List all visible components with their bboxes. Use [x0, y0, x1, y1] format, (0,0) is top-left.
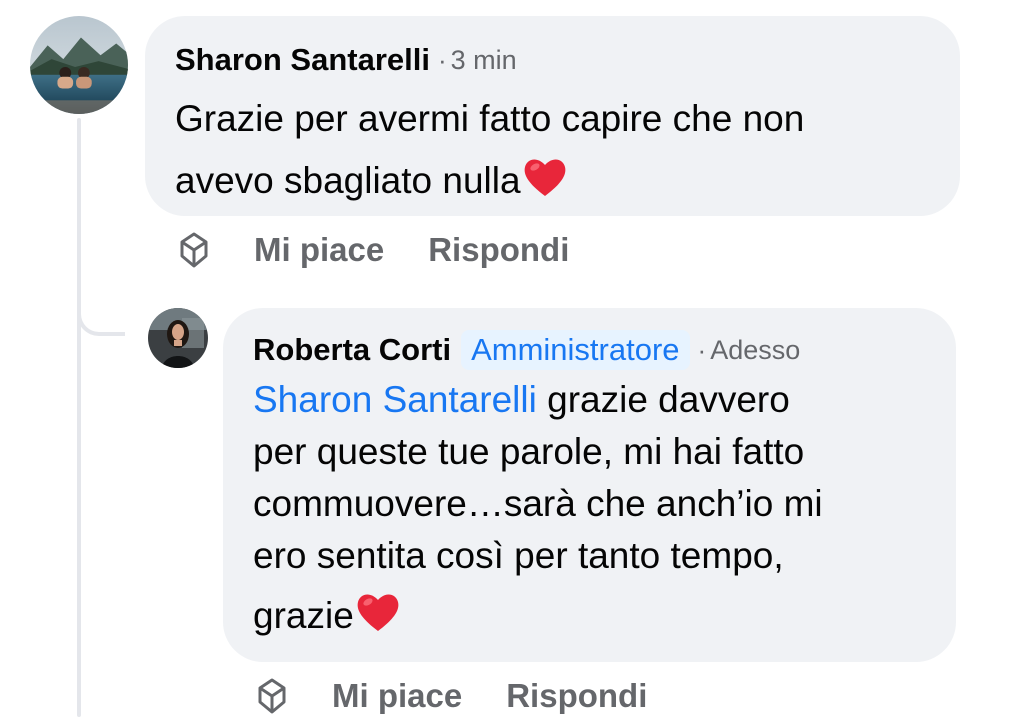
reply-bubble: Roberta Corti Amministratore · Adesso Sh… [223, 308, 956, 662]
comment-header: Roberta Corti Amministratore · Adesso [253, 330, 926, 370]
comment-text-line-with-emoji: avevo sbagliato nulla [175, 150, 930, 212]
thread-reply-connector [77, 270, 125, 336]
separator-dot: · [437, 44, 447, 75]
comment-text-line-with-mention: Sharon Santarelli grazie davvero [253, 374, 926, 426]
comment-bubble: Sharon Santarelli · 3 min Grazie per ave… [145, 16, 960, 216]
comment-text-line: commuovere…sarà che anch’io mi [253, 483, 823, 524]
comment-actions: Mi piace Rispondi [174, 226, 613, 274]
reply-button[interactable]: Rispondi [506, 677, 647, 715]
comment-text: Sharon Santarelli grazie davvero per que… [253, 374, 926, 642]
thread-connector-line [77, 118, 81, 717]
reply-button[interactable]: Rispondi [428, 231, 569, 269]
mention-link[interactable]: Sharon Santarelli [253, 379, 537, 420]
avatar[interactable] [30, 16, 128, 114]
comment-text-line: grazie [253, 595, 354, 636]
comment-text: Grazie per avermi fatto capire che non a… [175, 88, 930, 212]
timestamp[interactable]: Adesso [710, 335, 800, 366]
comment-header: Sharon Santarelli · 3 min [175, 40, 930, 80]
comment-text-line: Grazie per avermi fatto capire che non [175, 98, 805, 139]
comment-text-line: ero sentita così per tanto tempo, [253, 535, 784, 576]
red-heart-emoji-icon [521, 153, 569, 201]
comment-text-line: avevo sbagliato nulla [175, 160, 521, 201]
timestamp[interactable]: 3 min [451, 45, 517, 76]
comment-text-line: grazie davvero [536, 379, 790, 420]
author-name[interactable]: Sharon Santarelli [175, 42, 430, 78]
red-heart-emoji-icon [354, 588, 402, 636]
comment-text-line: per queste tue parole, mi hai fatto [253, 431, 805, 472]
comment-thread: Sharon Santarelli · 3 min Grazie per ave… [0, 0, 1024, 717]
reaction-gem-icon[interactable] [252, 676, 292, 716]
like-button[interactable]: Mi piace [254, 231, 384, 269]
avatar[interactable] [148, 308, 208, 368]
admin-badge: Amministratore [461, 330, 690, 370]
comment-text-line-with-emoji: grazie [253, 588, 926, 642]
author-name[interactable]: Roberta Corti [253, 332, 451, 368]
separator-dot: · [697, 334, 707, 365]
like-button[interactable]: Mi piace [332, 677, 462, 715]
reaction-gem-icon[interactable] [174, 230, 214, 270]
reply-actions: Mi piace Rispondi [252, 672, 691, 717]
